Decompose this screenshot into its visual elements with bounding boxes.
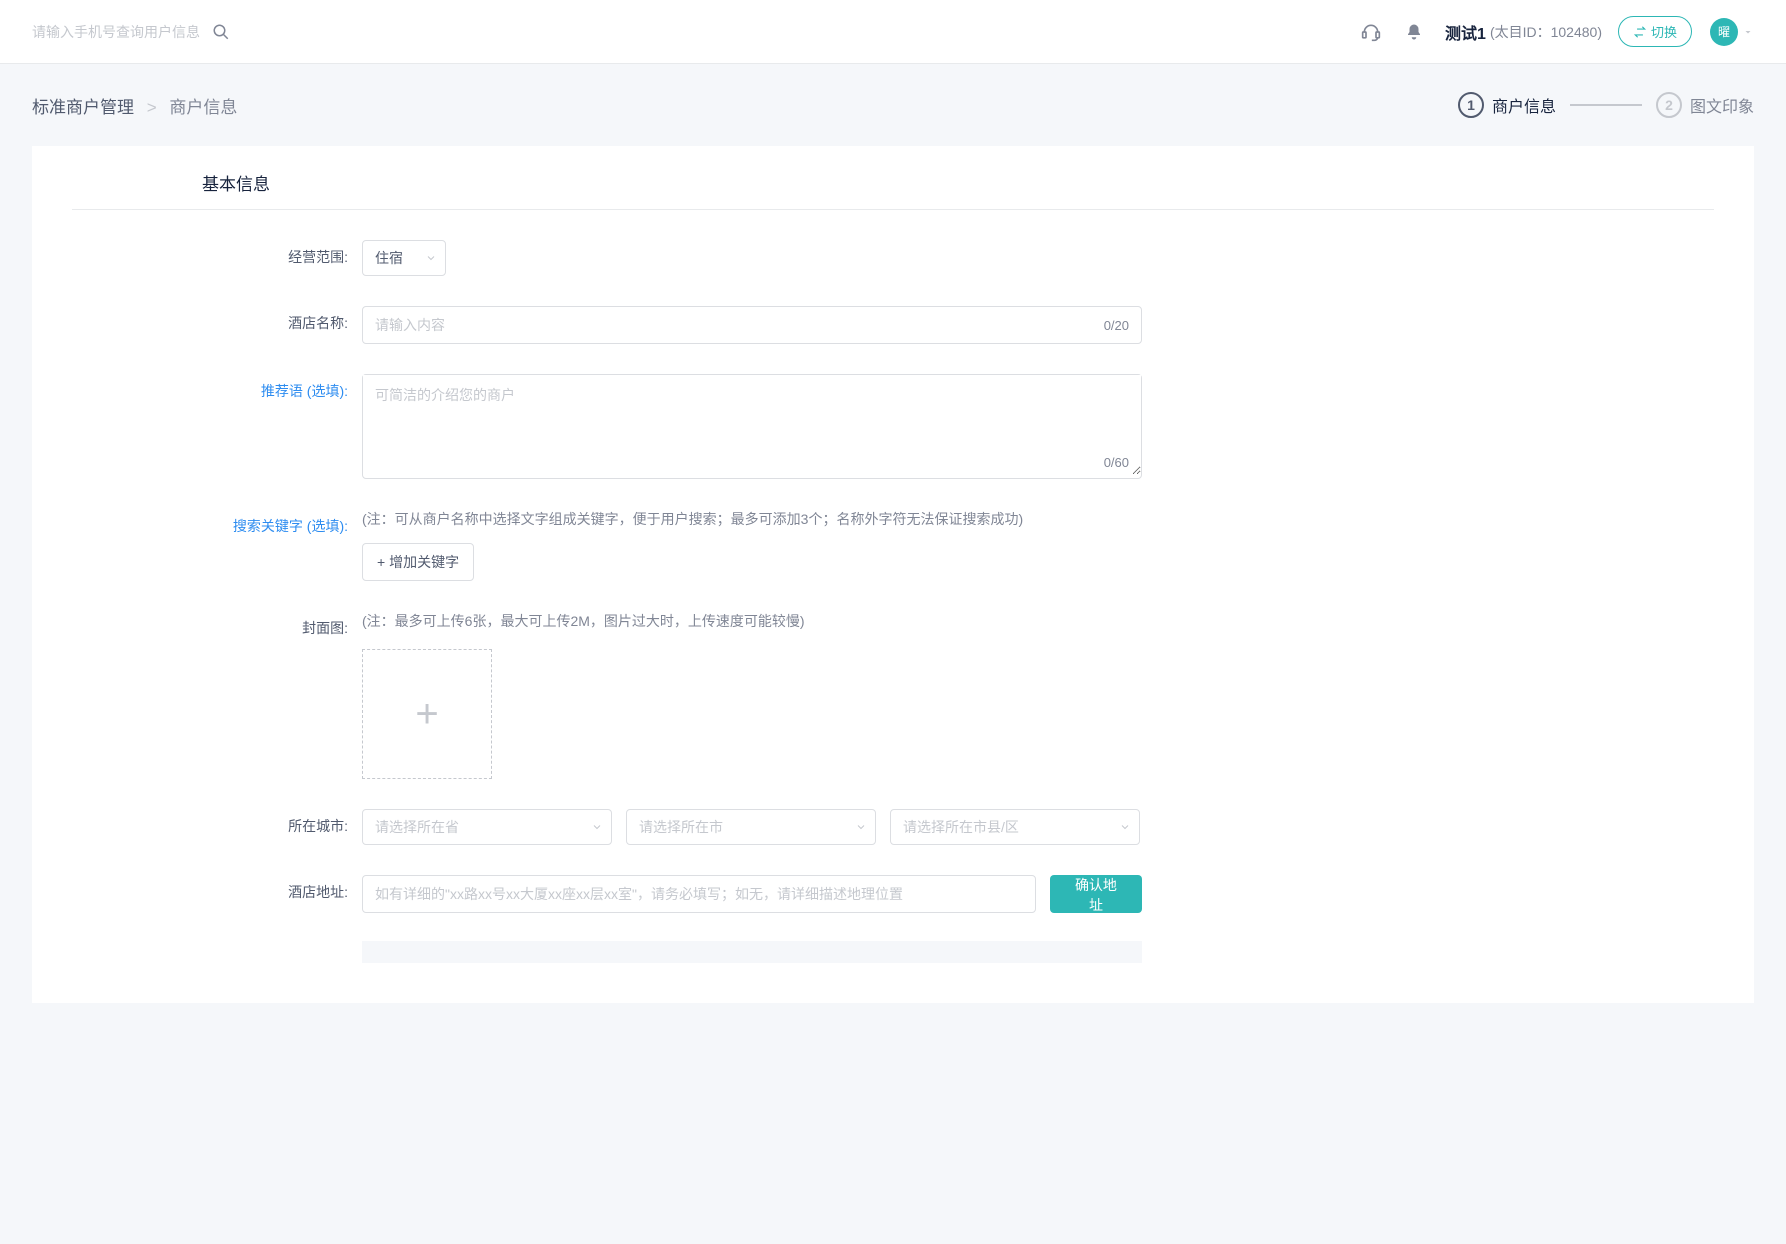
label-address: 酒店地址: — [72, 875, 362, 902]
counter-hotel-name: 0/20 — [1104, 318, 1129, 333]
avatar[interactable]: 曜 — [1710, 18, 1738, 46]
confirm-address-button[interactable]: 确认地址 — [1050, 875, 1142, 913]
row-hotel-name: 酒店名称: 0/20 — [72, 306, 1714, 344]
step-1: 1 商户信息 — [1458, 92, 1556, 118]
breadcrumb-parent[interactable]: 标准商户管理 — [32, 98, 134, 117]
input-hotel-name-wrap: 0/20 — [362, 306, 1142, 344]
row-scope: 经营范围: 住宿 — [72, 240, 1714, 276]
select-city-value: 请选择所在市 — [639, 817, 723, 837]
form-card: 基本信息 经营范围: 住宿 酒店名称: 0/20 推荐语 (选填): — [32, 146, 1754, 1003]
search-icon[interactable] — [212, 23, 230, 41]
counter-recommend: 0/60 — [1104, 455, 1129, 470]
textarea-recommend[interactable] — [363, 375, 1141, 475]
hint-cover: (注：最多可上传6张，最大可上传2M，图片过大时，上传速度可能较慢) — [362, 611, 1142, 631]
plus-icon: + — [415, 692, 438, 737]
chevron-down-icon — [855, 821, 867, 833]
switch-button-label: 切换 — [1651, 22, 1677, 41]
select-scope-value: 住宿 — [375, 248, 403, 268]
textarea-recommend-wrap: 0/60 — [362, 374, 1142, 479]
label-keywords: 搜索关键字 (选填): — [72, 509, 362, 536]
row-keywords: 搜索关键字 (选填): (注：可从商户名称中选择文字组成关键字，便于用户搜索；最… — [72, 509, 1714, 581]
upload-cover-button[interactable]: + — [362, 649, 492, 779]
select-scope[interactable]: 住宿 — [362, 240, 446, 276]
step-2: 2 图文印象 — [1656, 92, 1754, 118]
breadcrumb: 标准商户管理 > 商户信息 — [32, 93, 237, 118]
sub-header: 标准商户管理 > 商户信息 1 商户信息 2 图文印象 — [0, 64, 1786, 146]
section-title: 基本信息 — [202, 170, 1714, 195]
label-recommend: 推荐语 (选填): — [72, 374, 362, 401]
input-address-wrap — [362, 875, 1036, 913]
section-divider — [72, 209, 1714, 210]
select-district-value: 请选择所在市县/区 — [903, 817, 1019, 837]
breadcrumb-current: 商户信息 — [169, 98, 237, 117]
bell-icon[interactable] — [1405, 23, 1423, 41]
chevron-down-icon — [1119, 821, 1131, 833]
add-keyword-button[interactable]: + 增加关键字 — [362, 543, 474, 581]
row-city: 所在城市: 请选择所在省 请选择所在市 请选择所在市县/区 — [72, 809, 1714, 845]
top-header: 请输入手机号查询用户信息 测试1 (太目ID：102480) 切换 曜 — [0, 0, 1786, 64]
row-cover: 封面图: (注：最多可上传6张，最大可上传2M，图片过大时，上传速度可能较慢) … — [72, 611, 1714, 779]
user-name: 测试1 — [1445, 20, 1486, 44]
select-district[interactable]: 请选择所在市县/区 — [890, 809, 1140, 845]
steps: 1 商户信息 2 图文印象 — [1458, 92, 1754, 118]
avatar-letter: 曜 — [1718, 23, 1730, 40]
input-address[interactable] — [375, 886, 1023, 902]
step-connector — [1570, 104, 1642, 106]
label-cover: 封面图: — [72, 611, 362, 638]
label-city: 所在城市: — [72, 809, 362, 836]
swap-icon — [1633, 25, 1647, 39]
row-address: 酒店地址: 确认地址 — [72, 875, 1714, 963]
breadcrumb-sep: > — [147, 98, 157, 117]
select-province[interactable]: 请选择所在省 — [362, 809, 612, 845]
user-id: (太目ID：102480) — [1490, 22, 1602, 42]
chevron-down-icon — [591, 821, 603, 833]
select-province-value: 请选择所在省 — [375, 817, 459, 837]
hint-keywords: (注：可从商户名称中选择文字组成关键字，便于用户搜索；最多可添加3个；名称外字符… — [362, 509, 1142, 529]
step-1-label: 商户信息 — [1492, 93, 1556, 117]
row-recommend: 推荐语 (选填): 0/60 — [72, 374, 1714, 479]
label-hotel-name: 酒店名称: — [72, 306, 362, 333]
step-1-number: 1 — [1458, 92, 1484, 118]
select-city[interactable]: 请选择所在市 — [626, 809, 876, 845]
step-2-label: 图文印象 — [1690, 93, 1754, 117]
switch-button[interactable]: 切换 — [1618, 16, 1692, 47]
search-input-placeholder[interactable]: 请输入手机号查询用户信息 — [32, 22, 200, 42]
headset-icon[interactable] — [1361, 22, 1381, 42]
input-hotel-name[interactable] — [375, 317, 1085, 333]
step-2-number: 2 — [1656, 92, 1682, 118]
label-scope: 经营范围: — [72, 240, 362, 267]
map-placeholder — [362, 941, 1142, 963]
chevron-down-icon[interactable] — [1742, 26, 1754, 38]
chevron-down-icon — [425, 252, 437, 264]
